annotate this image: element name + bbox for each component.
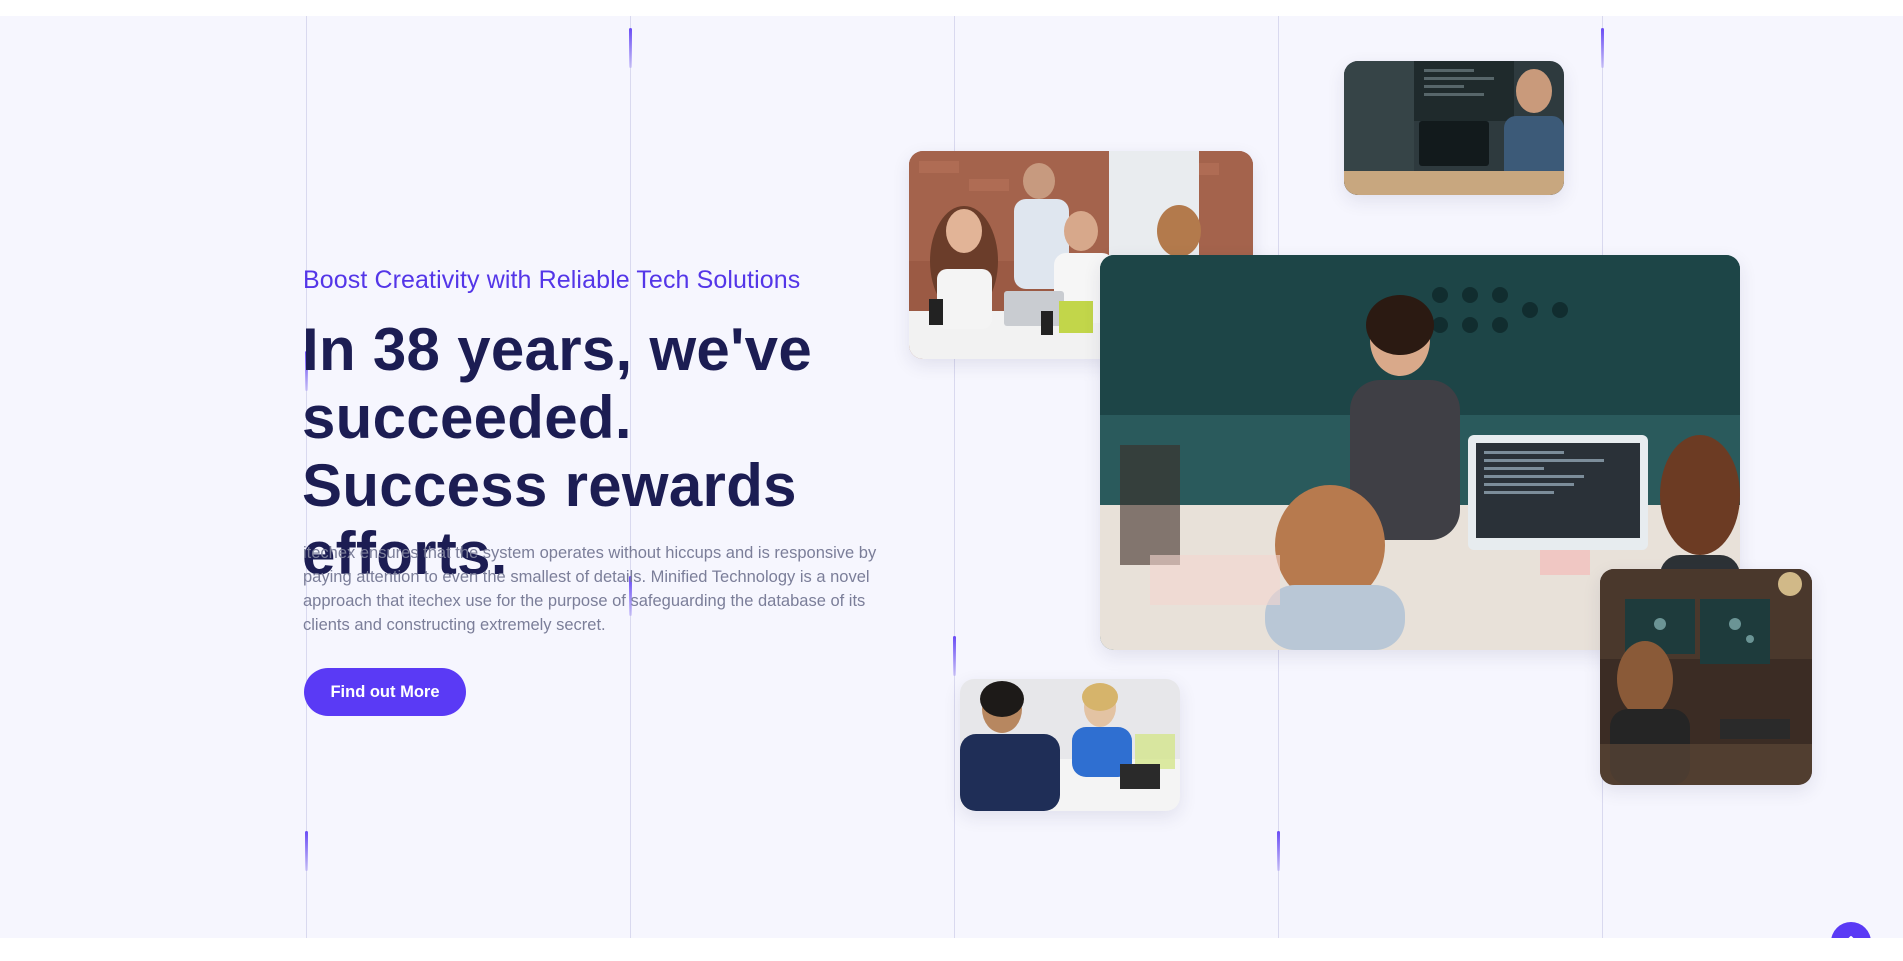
interview-photo [960, 679, 1180, 811]
page-footer-strip [0, 938, 1903, 961]
scroll-to-top-button[interactable] [1831, 922, 1871, 938]
hero-description: itechex ensures that the system operates… [303, 544, 877, 634]
night-coding-photo [1600, 569, 1812, 785]
find-out-more-button[interactable]: Find out More [304, 668, 466, 716]
developer-photo [1344, 61, 1564, 195]
hero-section: Boost Creativity with Reliable Tech Solu… [0, 16, 1903, 938]
hero-eyebrow: Boost Creativity with Reliable Tech Solu… [303, 266, 801, 294]
